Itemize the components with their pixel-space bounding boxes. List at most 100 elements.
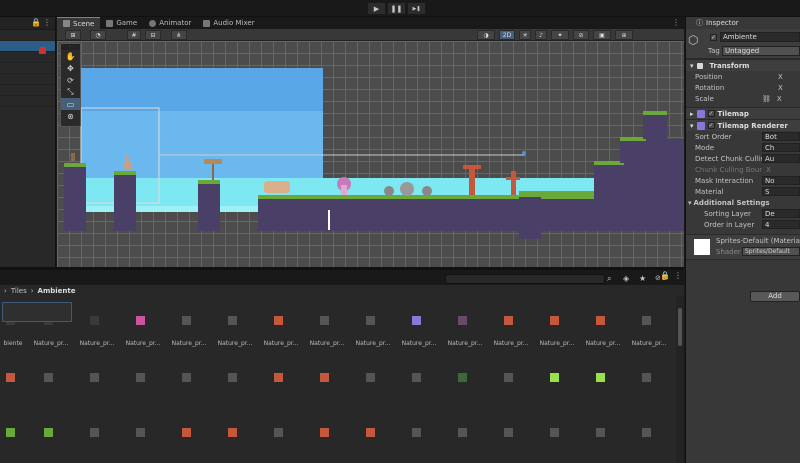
grid-snap-icon[interactable]: # <box>127 30 141 40</box>
tilemap-section-header[interactable]: ▸ ✓ Tilemap <box>686 107 800 119</box>
search-by-type-icon[interactable]: ⌕ <box>607 274 611 284</box>
asset-tile[interactable] <box>580 408 626 458</box>
object-name-field[interactable]: Ambiente <box>720 32 800 42</box>
asset-tile[interactable] <box>304 353 350 403</box>
rect-tool-icon[interactable]: ▭ <box>61 98 80 110</box>
hand-tool-icon[interactable]: ✋ <box>61 50 80 62</box>
2d-toggle-button[interactable]: 2D <box>499 30 515 40</box>
favorites-icon[interactable]: ★ <box>639 274 646 283</box>
asset-tile[interactable] <box>442 353 488 403</box>
audio-icon[interactable]: ♪ <box>535 30 547 40</box>
tilemap-renderer-section-header[interactable]: ▾ ✓ Tilemap Renderer <box>686 119 800 131</box>
asset-tile[interactable]: Nature_pr... <box>626 296 672 347</box>
play-button[interactable]: ▶ <box>367 2 386 15</box>
tab-game[interactable]: Game <box>100 17 143 29</box>
asset-tile[interactable] <box>28 408 74 458</box>
scene-view[interactable] <box>57 41 684 267</box>
asset-tile[interactable]: Nature_pr... <box>580 296 626 347</box>
asset-tile[interactable] <box>580 353 626 403</box>
order-in-layer-field[interactable]: 4 <box>762 220 800 229</box>
material-field[interactable]: S <box>762 187 800 196</box>
tilemap-renderer-enabled-checkbox[interactable]: ✓ <box>707 122 715 129</box>
asset-tile[interactable] <box>120 408 166 458</box>
asset-tile[interactable] <box>396 408 442 458</box>
step-button[interactable]: ▶❚ <box>407 2 426 15</box>
asset-tile[interactable] <box>304 408 350 458</box>
animated-tile-preview[interactable] <box>2 302 72 322</box>
link-icon[interactable]: ⛓ <box>762 95 771 103</box>
rotate-tool-icon[interactable]: ⟳ <box>61 74 80 86</box>
asset-tile[interactable] <box>488 353 534 403</box>
sorting-layer-dropdown[interactable]: De <box>762 209 800 218</box>
tab-scene[interactable]: Scene <box>57 17 101 29</box>
increment-snap-icon[interactable]: ⋔ <box>171 30 187 40</box>
tab-audio-mixer[interactable]: Audio Mixer <box>197 17 260 29</box>
breadcrumb-current[interactable]: Ambiente <box>38 287 76 295</box>
additional-settings-row[interactable]: ▾ Additional Settings <box>686 197 800 208</box>
asset-scrollbar[interactable] <box>676 296 684 463</box>
grid-icon[interactable]: ⊟ <box>145 30 161 40</box>
hierarchy-row[interactable] <box>0 30 55 41</box>
asset-tile[interactable] <box>166 408 212 458</box>
asset-tile[interactable] <box>28 353 74 403</box>
tilemap-enabled-checkbox[interactable]: ✓ <box>707 110 715 117</box>
asset-tile[interactable] <box>166 353 212 403</box>
hierarchy-row[interactable] <box>0 63 55 74</box>
gizmos-icon[interactable]: ⊕ <box>615 30 633 40</box>
add-component-button[interactable]: Add <box>750 291 800 302</box>
asset-tile[interactable] <box>74 353 120 403</box>
asset-tile[interactable] <box>74 408 120 458</box>
mode-dropdown[interactable]: Ch <box>762 143 800 152</box>
asset-tile[interactable] <box>120 353 166 403</box>
inspector-tab[interactable]: ⓘ Inspector <box>686 17 800 29</box>
asset-tile[interactable]: Nature_pr... <box>350 296 396 347</box>
asset-tile[interactable] <box>258 408 304 458</box>
asset-tile[interactable]: Nature_pr... <box>74 296 120 347</box>
asset-tile[interactable] <box>212 408 258 458</box>
pivot-icon[interactable]: ◔ <box>90 30 106 40</box>
hierarchy-row[interactable] <box>0 74 55 85</box>
scale-tool-icon[interactable]: ⤡ <box>61 86 80 98</box>
menu-icon[interactable]: ⋮ <box>43 18 51 27</box>
asset-tile[interactable] <box>534 408 580 458</box>
camera-icon[interactable]: ▣ <box>593 30 611 40</box>
transform-section-header[interactable]: ▾ Transform <box>686 59 800 71</box>
scroll-thumb[interactable] <box>678 308 682 346</box>
asset-tile[interactable] <box>350 408 396 458</box>
hierarchy-row-selected[interactable] <box>0 41 55 52</box>
hierarchy-row[interactable] <box>0 85 55 96</box>
detect-chunk-dropdown[interactable]: Au <box>762 154 800 163</box>
asset-tile[interactable]: Nature_pr... <box>120 296 166 347</box>
shader-dropdown[interactable]: Sprites/Default <box>742 247 800 256</box>
asset-tile[interactable] <box>626 408 672 458</box>
transform-tool-icon[interactable]: ⊛ <box>61 110 80 122</box>
shading-mode-icon[interactable]: ◑ <box>477 30 495 40</box>
tool-handle-position-icon[interactable]: ⊞ <box>65 30 81 40</box>
asset-tile[interactable] <box>350 353 396 403</box>
breadcrumb-parent[interactable]: Tiles <box>11 287 27 295</box>
pause-button[interactable]: ❚❚ <box>387 2 406 15</box>
asset-tile[interactable]: Nature_pr... <box>488 296 534 347</box>
mask-dropdown[interactable]: No <box>762 176 800 185</box>
project-search-input[interactable] <box>445 274 605 284</box>
filter-by-label-icon[interactable]: ◈ <box>623 274 629 283</box>
asset-tile[interactable] <box>626 353 672 403</box>
lock-icon[interactable]: 🔒 <box>31 18 41 27</box>
asset-tile[interactable]: Nature_pr... <box>396 296 442 347</box>
hierarchy-row[interactable] <box>0 96 55 107</box>
asset-tile[interactable]: Nature_pr... <box>304 296 350 347</box>
project-menu-icon[interactable]: ⋮ <box>674 271 682 280</box>
effects-icon[interactable]: ✦ <box>551 30 569 40</box>
asset-tile[interactable] <box>212 353 258 403</box>
asset-tile[interactable] <box>534 353 580 403</box>
tab-menu-icon[interactable]: ⋮ <box>672 18 680 27</box>
lighting-icon[interactable]: ☀ <box>519 30 531 40</box>
asset-tile[interactable]: Nature_pr... <box>442 296 488 347</box>
asset-tile[interactable] <box>396 353 442 403</box>
asset-tile[interactable]: Nature_pr... <box>166 296 212 347</box>
tag-dropdown[interactable]: Untagged <box>722 46 800 56</box>
hierarchy-row[interactable] <box>0 52 55 63</box>
asset-tile[interactable] <box>258 353 304 403</box>
active-checkbox[interactable]: ✓ <box>710 34 717 41</box>
tab-animator[interactable]: Animator <box>143 17 197 29</box>
